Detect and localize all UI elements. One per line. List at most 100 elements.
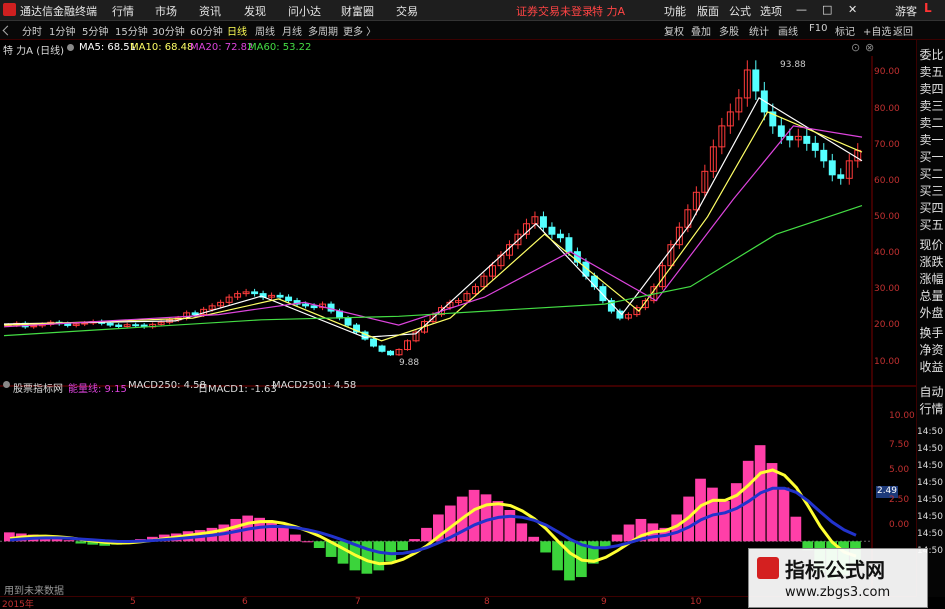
tab-30min[interactable]: 30分钟 — [152, 23, 185, 38]
menu-item-banmian[interactable]: 版面 — [697, 3, 719, 19]
price-tick: 60.00 — [874, 176, 900, 186]
candle — [106, 322, 114, 326]
btn-duogu[interactable]: 多股 — [719, 23, 739, 38]
collapse-icon[interactable]: ⊙ — [851, 41, 860, 54]
macd-bar — [504, 510, 516, 542]
app-logo-icon — [3, 3, 16, 16]
tab-5min[interactable]: 5分钟 — [82, 23, 108, 38]
ma-line-ma5 — [3, 97, 863, 338]
account-status[interactable]: 证券交易未登录 — [516, 3, 593, 19]
sidebar-item-sell3[interactable]: 卖三 — [918, 98, 945, 115]
menu-item-faxian[interactable]: 发现 — [244, 3, 266, 19]
sidebar-item-quote[interactable]: 行情 — [918, 401, 945, 418]
app-window: { "app": { "title": "通达信金融终端", "account_… — [0, 0, 945, 609]
sidebar-item-earnings[interactable]: 收益 — [918, 359, 945, 376]
candle — [820, 149, 828, 162]
sidebar-item-sell4[interactable]: 卖四 — [918, 81, 945, 98]
sidebar-item-price[interactable]: 现价 — [918, 237, 945, 254]
tab-1min[interactable]: 1分钟 — [49, 23, 75, 38]
sidebar-item-change-pct[interactable]: 涨幅 — [918, 271, 945, 288]
time-label: 14:50 — [917, 495, 943, 505]
btn-huaxian[interactable]: 画线 — [778, 23, 798, 38]
price-tick: 20.00 — [874, 320, 900, 330]
btn-biaoji[interactable]: 标记 — [835, 23, 855, 38]
tab-15min[interactable]: 15分钟 — [115, 23, 148, 38]
sidebar-item-weibi[interactable]: 委比 — [918, 47, 945, 64]
menu-item-jiaoyi[interactable]: 交易 — [396, 3, 418, 19]
kline-chart[interactable] — [0, 56, 916, 597]
macd-bar — [63, 540, 75, 542]
macd-tick: 10.00 — [889, 411, 915, 421]
tab-weekly[interactable]: 周线 — [255, 23, 275, 38]
btn-add-favorite[interactable]: +自选 — [863, 23, 891, 38]
candle — [302, 303, 310, 307]
tab-monthly[interactable]: 月线 — [282, 23, 302, 38]
guest-label[interactable]: 游客 — [895, 3, 917, 19]
sidebar-item-buy4[interactable]: 买四 — [918, 200, 945, 217]
time-label: 14:50 — [917, 444, 943, 454]
sidebar-item-buy5[interactable]: 买五 — [918, 217, 945, 234]
menu-item-wenxiaoda[interactable]: 问小达 — [288, 3, 321, 19]
sidebar-item-auto[interactable]: 自动 — [918, 384, 945, 401]
price-tick: 70.00 — [874, 140, 900, 150]
sidebar-item-buy1[interactable]: 买一 — [918, 149, 945, 166]
close-button[interactable]: ✕ — [848, 3, 857, 16]
close-chart-icon[interactable]: ⊗ — [865, 41, 874, 54]
app-title: 通达信金融终端 — [20, 5, 97, 18]
tab-60min[interactable]: 60分钟 — [190, 23, 223, 38]
macd-bar — [266, 521, 277, 542]
sidebar-item-volume[interactable]: 总量 — [918, 288, 945, 305]
menu-item-zixun[interactable]: 资讯 — [199, 3, 221, 19]
candle — [370, 338, 378, 347]
menu-item-xuanxiang[interactable]: 选项 — [760, 3, 782, 19]
btn-tongji[interactable]: 统计 — [749, 23, 769, 38]
menu-item-shichang[interactable]: 市场 — [155, 3, 177, 19]
sidebar-item-net-assets[interactable]: 净资 — [918, 342, 945, 359]
time-label: 14:50 — [917, 478, 943, 488]
menu-item-gongshi[interactable]: 公式 — [729, 3, 751, 19]
btn-f10[interactable]: F10 — [809, 23, 827, 34]
sidebar-item-turnover[interactable]: 换手 — [918, 325, 945, 342]
svg-text:指标公式网: 指标公式网 — [785, 558, 885, 582]
minimize-button[interactable]: — — [796, 3, 807, 16]
sidebar-item-sell5[interactable]: 卖五 — [918, 64, 945, 81]
month-tick: 9 — [601, 597, 607, 607]
tab-fenshi[interactable]: 分时 — [22, 23, 42, 38]
sidebar-item-buy3[interactable]: 买三 — [918, 183, 945, 200]
tab-more[interactable]: 更多 〉 — [343, 23, 376, 38]
menu-item-gongneng[interactable]: 功能 — [664, 3, 686, 19]
macd-bar — [468, 489, 480, 542]
menu-item-caifuquan[interactable]: 财富圈 — [341, 3, 374, 19]
macd-tick: 2.50 — [889, 495, 910, 505]
sidebar-item-buy2[interactable]: 买二 — [918, 166, 945, 183]
indicator-name[interactable]: 股票指标网 — [13, 380, 63, 395]
price-tick: 40.00 — [874, 248, 900, 258]
maximize-button[interactable]: □ — [822, 3, 832, 16]
price-tick: 80.00 — [874, 104, 900, 114]
settings-icon[interactable] — [67, 44, 74, 51]
macd-bar — [313, 541, 325, 548]
low-price-label: 9.88 — [399, 358, 420, 368]
candle — [837, 174, 845, 179]
menu-item-hangqing[interactable]: 行情 — [112, 3, 134, 19]
ma20-value: MA20: 72.82 — [190, 42, 254, 53]
btn-fuquan[interactable]: 复权 — [664, 23, 684, 38]
sidebar-item-sell1[interactable]: 卖一 — [918, 132, 945, 149]
time-label: 14:50 — [917, 427, 943, 437]
sidebar-item-change[interactable]: 涨跌 — [918, 254, 945, 271]
candle — [777, 125, 785, 137]
time-label: 14:50 — [917, 512, 943, 522]
price-tick: 10.00 — [874, 357, 900, 367]
sidebar-item-sell2[interactable]: 卖二 — [918, 115, 945, 132]
sidebar-item-outer[interactable]: 外盘 — [918, 305, 945, 322]
macd-bar — [719, 501, 730, 542]
tab-multi-period[interactable]: 多周期 — [308, 23, 338, 38]
high-price-label: 93.88 — [780, 60, 806, 70]
indicator-settings-icon[interactable] — [3, 381, 10, 388]
candle — [115, 324, 123, 327]
back-arrow-icon[interactable] — [2, 25, 13, 36]
macd-bar — [409, 539, 420, 542]
btn-fanhui[interactable]: 返回 — [893, 23, 913, 38]
btn-diejia[interactable]: 叠加 — [691, 23, 711, 38]
tab-daily[interactable]: 日线 — [227, 23, 247, 38]
